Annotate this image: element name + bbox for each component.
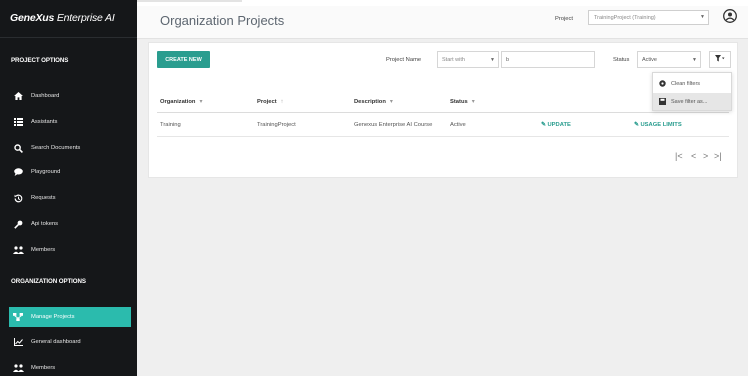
project-name-label: Project Name (386, 57, 422, 63)
chevron-down-icon: ▼ (490, 57, 495, 63)
filter-dropdown-menu: Clean filters Save filter as... (652, 72, 732, 111)
brand-name-bold: GeneXus (10, 12, 55, 24)
brand-name-rest: Enterprise AI (54, 12, 115, 24)
sidebar-item-members[interactable]: Members (9, 240, 131, 260)
prev-page-button[interactable]: < (691, 151, 696, 161)
chevron-down-icon: ▼ (700, 14, 705, 20)
members-icon (11, 246, 25, 254)
sidebar-item-label: Requests (31, 195, 56, 201)
column-header-status[interactable]: Status ▾ (450, 99, 475, 105)
usage-limits-label: USAGE LIMITS (640, 122, 682, 128)
project-options-title: PROJECT OPTIONS (11, 57, 69, 64)
sidebar-item-label: Search Documents (31, 145, 81, 151)
chat-icon (11, 168, 25, 176)
sidebar: GeneXus Enterprise AI PROJECT OPTIONS Da… (0, 0, 137, 376)
home-icon (11, 92, 25, 100)
pencil-icon: ✎ (634, 122, 639, 128)
table-row-divider (157, 136, 729, 137)
status-filter-label: Status (613, 57, 630, 63)
clean-filters-item[interactable]: Clean filters (653, 75, 731, 92)
filter-menu-button[interactable] (709, 51, 731, 68)
top-divider (137, 0, 242, 2)
usage-limits-button[interactable]: ✎ USAGE LIMITS (634, 122, 682, 128)
filter-icon (715, 55, 725, 64)
first-page-button[interactable]: |< (675, 151, 683, 161)
next-page-button[interactable]: > (703, 151, 708, 161)
project-selector-label: Project (555, 16, 574, 22)
update-label: UPDATE (547, 122, 571, 128)
column-header-label: Status (450, 99, 468, 105)
project-name-input[interactable]: b (501, 51, 595, 68)
pencil-icon: ✎ (541, 122, 546, 128)
sort-icon: ▾ (471, 99, 475, 105)
sidebar-item-dashboard[interactable]: Dashboard (9, 86, 131, 106)
sidebar-item-assistants[interactable]: Assistants (9, 112, 131, 132)
column-header-project[interactable]: Project ↑ (257, 99, 284, 105)
save-filter-item[interactable]: Save filter as... (653, 93, 731, 110)
history-icon (11, 194, 25, 203)
cell-description: Genexus Enterprise AI Course (354, 122, 433, 128)
sidebar-item-manage-projects[interactable]: Manage Projects (9, 307, 131, 327)
members-icon (11, 364, 25, 372)
chart-icon (11, 338, 25, 346)
sort-up-icon: ↑ (280, 99, 284, 105)
column-header-label: Organization (160, 99, 196, 105)
gear-icon (659, 80, 668, 87)
sidebar-item-org-members[interactable]: Members (9, 358, 131, 376)
sidebar-item-label: Members (31, 365, 56, 371)
sidebar-item-api-tokens[interactable]: Api tokens (9, 214, 131, 234)
page-title: Organization Projects (160, 13, 285, 28)
sidebar-item-label: Dashboard (31, 93, 60, 99)
account-icon[interactable] (723, 9, 737, 23)
sidebar-item-playground[interactable]: Playground (9, 162, 131, 182)
sidebar-item-label: Playground (31, 169, 61, 175)
projects-icon (11, 313, 25, 321)
sidebar-item-label: Assistants (31, 119, 58, 125)
chevron-down-icon: ▼ (692, 57, 697, 63)
key-icon (11, 220, 25, 229)
brand-logo[interactable]: GeneXus Enterprise AI (0, 0, 137, 38)
list-icon (11, 118, 25, 126)
column-header-description[interactable]: Description ▾ (354, 99, 393, 105)
sidebar-item-label: General dashboard (31, 339, 81, 345)
cell-status: Active (450, 122, 466, 128)
sidebar-item-label: Manage Projects (31, 314, 75, 320)
sidebar-item-search-documents[interactable]: Search Documents (9, 138, 131, 158)
column-header-label: Project (257, 99, 277, 105)
last-page-button[interactable]: >| (714, 151, 722, 161)
update-button[interactable]: ✎ UPDATE (541, 122, 571, 128)
project-selector[interactable]: TrainingProject (Training) (588, 10, 709, 25)
sort-icon: ▾ (199, 99, 203, 105)
sort-icon: ▾ (389, 99, 393, 105)
save-icon (659, 98, 668, 105)
sidebar-item-label: Members (31, 247, 56, 253)
sidebar-item-label: Api tokens (31, 221, 59, 227)
cell-project: TrainingProject (257, 122, 296, 128)
cell-organization: Training (160, 122, 181, 128)
column-header-organization[interactable]: Organization ▾ (160, 99, 202, 105)
sidebar-item-general-dashboard[interactable]: General dashboard (9, 332, 131, 352)
table-header-divider (157, 112, 729, 113)
create-new-button[interactable]: CREATE NEW (157, 51, 210, 68)
column-header-label: Description (354, 99, 386, 105)
menu-item-label: Save filter as... (671, 98, 708, 105)
menu-item-label: Clean filters (671, 80, 701, 87)
org-options-title: ORGANIZATION OPTIONS (11, 278, 86, 285)
search-icon (11, 143, 25, 153)
sidebar-item-requests[interactable]: Requests (9, 188, 131, 208)
